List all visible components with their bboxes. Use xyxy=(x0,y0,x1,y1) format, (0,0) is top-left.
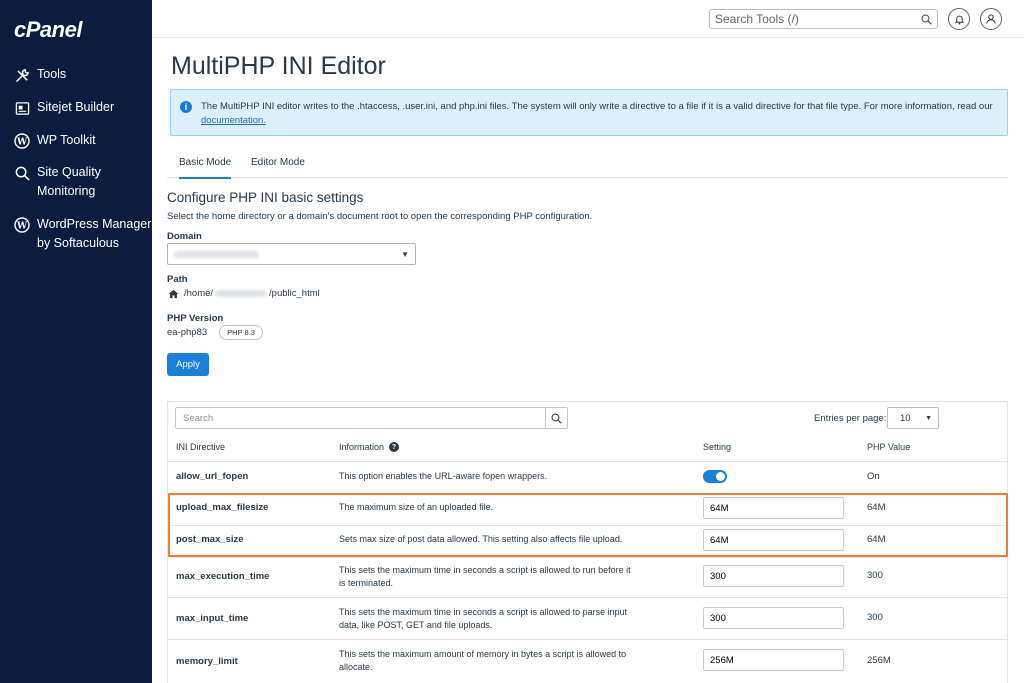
info-alert: i The MultiPHP INI editor writes to the … xyxy=(170,89,1008,136)
table-search-input[interactable]: Search xyxy=(175,407,568,429)
tab-editor-mode[interactable]: Editor Mode xyxy=(251,157,305,168)
row-divider xyxy=(168,557,1007,558)
tools-icon xyxy=(13,66,31,84)
sitejet-icon xyxy=(13,99,31,117)
sidebar-item-label: WP Toolkit xyxy=(37,133,96,147)
redacted-username xyxy=(215,290,268,297)
sidebar-item-wp-toolkit[interactable]: W WP Toolkit xyxy=(13,131,96,150)
apply-button[interactable]: Apply xyxy=(167,353,209,376)
highlight-box xyxy=(168,493,1008,557)
cpanel-logo[interactable]: cPanel xyxy=(14,17,82,43)
user-account-button[interactable] xyxy=(980,8,1002,30)
max-input-time-input[interactable] xyxy=(703,607,844,629)
sidebar-item-wordpress-manager[interactable]: W WordPress Manager by Softaculous xyxy=(13,215,151,253)
documentation-link[interactable]: documentation. xyxy=(201,115,266,126)
domain-select[interactable]: ▼ xyxy=(167,243,416,265)
directive-info: This sets the maximum time in seconds a … xyxy=(339,565,631,588)
svg-text:W: W xyxy=(16,222,28,232)
path-suffix: /public_html xyxy=(269,288,320,299)
directive-name: allow_url_fopen xyxy=(176,471,249,482)
row-divider xyxy=(168,597,1007,598)
sidebar-item-label-line2: by Softaculous xyxy=(37,236,119,250)
directive-info: This sets the maximum time in seconds a … xyxy=(339,607,628,630)
php-version-row: ea-php83 PHP 8.3 xyxy=(167,325,263,340)
php-version-value: ea-php83 xyxy=(167,327,208,338)
entries-per-page-label: Entries per page: xyxy=(814,413,887,424)
entries-per-page-value: 10 xyxy=(900,412,911,424)
php-version-label: PHP Version xyxy=(167,313,224,324)
directive-name: max_input_time xyxy=(176,613,249,624)
wordpress-icon: W xyxy=(13,216,31,234)
path-prefix: /home/ xyxy=(184,288,214,299)
caret-down-icon: ▼ xyxy=(401,249,409,259)
php-value: 256M xyxy=(867,655,891,666)
sidebar: cPanel Tools Sitejet Builder W WP Toolki… xyxy=(0,0,152,683)
home-icon xyxy=(168,289,179,298)
header-information: Information ? xyxy=(339,442,400,452)
entries-per-page-select[interactable]: 10 ▼ xyxy=(887,407,939,429)
directive-info: This option enables the URL-aware fopen … xyxy=(339,471,548,481)
page-title: MultiPHP INI Editor xyxy=(171,52,386,80)
search-tools-input[interactable]: Search Tools (/) xyxy=(709,9,938,29)
header-php-value: PHP Value xyxy=(867,442,911,452)
header-information-label: Information xyxy=(339,442,385,452)
php-value: 300 xyxy=(867,570,883,581)
sidebar-item-label: Tools xyxy=(37,67,67,81)
sidebar-item-label: Sitejet Builder xyxy=(37,100,115,114)
directives-table: Search Entries per page: 10 ▼ INI Direct… xyxy=(167,401,1008,683)
search-icon xyxy=(921,13,932,25)
alert-text: The MultiPHP INI editor writes to the .h… xyxy=(201,101,993,112)
caret-down-icon: ▼ xyxy=(925,414,932,422)
sidebar-item-site-quality[interactable]: Site Quality Monitoring xyxy=(13,163,101,201)
header-setting: Setting xyxy=(703,442,732,452)
domain-label: Domain xyxy=(167,231,202,242)
notifications-button[interactable] xyxy=(948,8,970,30)
sidebar-item-label: Site Quality xyxy=(37,165,101,179)
header-directive: INI Directive xyxy=(176,442,226,452)
svg-text:W: W xyxy=(16,138,28,148)
memory-limit-input[interactable] xyxy=(703,649,844,671)
search-icon xyxy=(551,412,562,424)
search-tools-placeholder: Search Tools (/) xyxy=(715,12,799,26)
row-divider xyxy=(168,639,1007,640)
table-search-button[interactable] xyxy=(545,408,567,428)
app: cPanel Tools Sitejet Builder W WP Toolki… xyxy=(0,0,1024,683)
allow-url-fopen-toggle[interactable] xyxy=(703,470,727,483)
tab-basic-mode[interactable]: Basic Mode xyxy=(179,157,232,179)
php-version-badge: PHP 8.3 xyxy=(219,325,263,340)
path-label: Path xyxy=(167,274,188,285)
user-icon xyxy=(986,14,996,24)
php-value: 300 xyxy=(867,612,883,623)
redacted-domain xyxy=(174,250,259,258)
mode-tabs: Basic Mode Editor Mode xyxy=(167,148,1008,179)
bell-icon xyxy=(954,15,964,24)
main-content: MultiPHP INI Editor i The MultiPHP INI e… xyxy=(152,38,1024,683)
section-title: Configure PHP INI basic settings xyxy=(167,190,364,205)
info-icon: i xyxy=(180,101,192,113)
search-icon xyxy=(13,164,31,182)
sidebar-item-label: WordPress Manager xyxy=(37,217,152,231)
table-search-placeholder: Search xyxy=(183,412,214,424)
path-value: /home/ /public_html xyxy=(168,288,320,299)
php-value: On xyxy=(867,471,880,482)
sidebar-item-label-line2: Monitoring xyxy=(37,184,96,198)
directive-name: max_execution_time xyxy=(176,571,270,582)
section-description: Select the home directory or a domain’s … xyxy=(167,211,593,222)
directive-name: memory_limit xyxy=(176,656,238,667)
max-execution-time-input[interactable] xyxy=(703,565,844,587)
help-icon[interactable]: ? xyxy=(389,442,400,452)
row-divider xyxy=(168,461,1007,462)
wordpress-icon: W xyxy=(13,132,31,150)
sidebar-item-sitejet[interactable]: Sitejet Builder xyxy=(13,98,114,117)
top-bar: Search Tools (/) xyxy=(152,0,1024,38)
sidebar-item-tools[interactable]: Tools xyxy=(13,65,66,84)
directive-info: This sets the maximum amount of memory i… xyxy=(339,649,627,672)
